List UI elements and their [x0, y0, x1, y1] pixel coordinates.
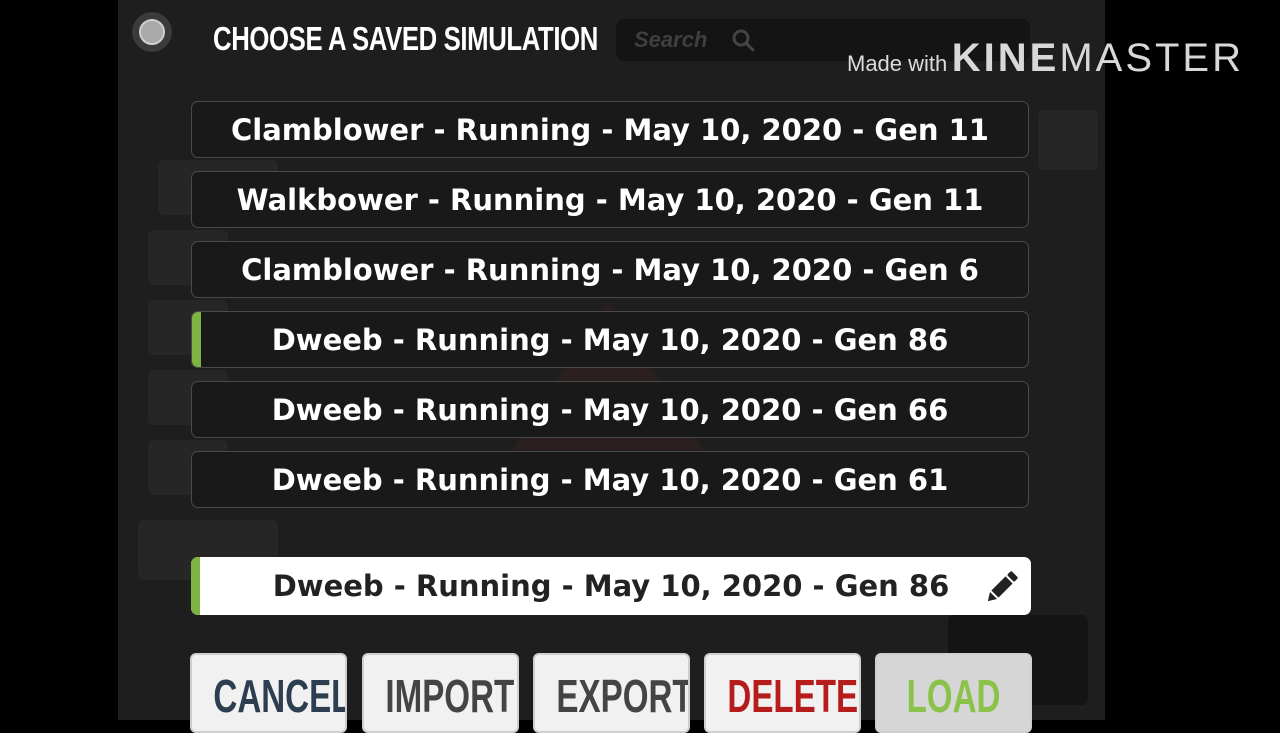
simulation-list-item[interactable]: Clamblower - Running - May 10, 2020 - Ge…: [191, 241, 1029, 298]
kinemaster-watermark: Made with KINEMASTER: [847, 36, 1244, 81]
simulation-name-field[interactable]: Dweeb - Running - May 10, 2020 - Gen 86: [191, 557, 1031, 615]
watermark-kine: KINE: [951, 36, 1060, 80]
export-button[interactable]: EXPORT: [533, 653, 690, 733]
simulation-list-item-label: Clamblower - Running - May 10, 2020 - Ge…: [241, 252, 979, 287]
delete-button-label: DELETE: [727, 670, 859, 722]
import-button[interactable]: IMPORT: [362, 653, 519, 733]
load-button[interactable]: LOAD: [875, 653, 1032, 733]
watermark-master: MASTER: [1059, 36, 1244, 80]
search-placeholder: Search: [634, 27, 708, 52]
simulation-list-item[interactable]: Walkbower - Running - May 10, 2020 - Gen…: [191, 171, 1029, 228]
watermark-made-with: Made with: [847, 51, 948, 76]
import-button-label: IMPORT: [385, 670, 515, 722]
radio-indicator-icon[interactable]: [132, 12, 172, 52]
dialog: CHOOSE A SAVED SIMULATION Search Clamblo…: [118, 0, 1105, 720]
background-panel: [1038, 110, 1098, 170]
dialog-title: CHOOSE A SAVED SIMULATION: [213, 20, 598, 57]
simulation-list-item-label: Dweeb - Running - May 10, 2020 - Gen 86: [271, 322, 949, 357]
simulation-list-item-label: Dweeb - Running - May 10, 2020 - Gen 66: [271, 392, 949, 427]
simulation-list-item[interactable]: Clamblower - Running - May 10, 2020 - Ge…: [191, 101, 1029, 158]
simulation-list-item-label: Clamblower - Running - May 10, 2020 - Ge…: [231, 112, 989, 147]
cancel-button[interactable]: CANCEL: [190, 653, 347, 733]
pencil-icon[interactable]: [981, 566, 1023, 612]
simulation-name-value: Dweeb - Running - May 10, 2020 - Gen 86: [272, 569, 950, 603]
simulation-list-item[interactable]: Dweeb - Running - May 10, 2020 - Gen 86: [191, 311, 1029, 368]
simulation-list-item[interactable]: Dweeb - Running - May 10, 2020 - Gen 61: [191, 451, 1029, 508]
search-icon: [731, 28, 755, 56]
simulation-list-item-label: Dweeb - Running - May 10, 2020 - Gen 61: [271, 462, 949, 497]
delete-button[interactable]: DELETE: [704, 653, 861, 733]
load-button-label: LOAD: [906, 670, 1001, 722]
cancel-button-label: CANCEL: [213, 670, 347, 722]
simulation-list-item-label: Walkbower - Running - May 10, 2020 - Gen…: [236, 182, 984, 217]
export-button-label: EXPORT: [556, 670, 690, 722]
simulation-list-item[interactable]: Dweeb - Running - May 10, 2020 - Gen 66: [191, 381, 1029, 438]
